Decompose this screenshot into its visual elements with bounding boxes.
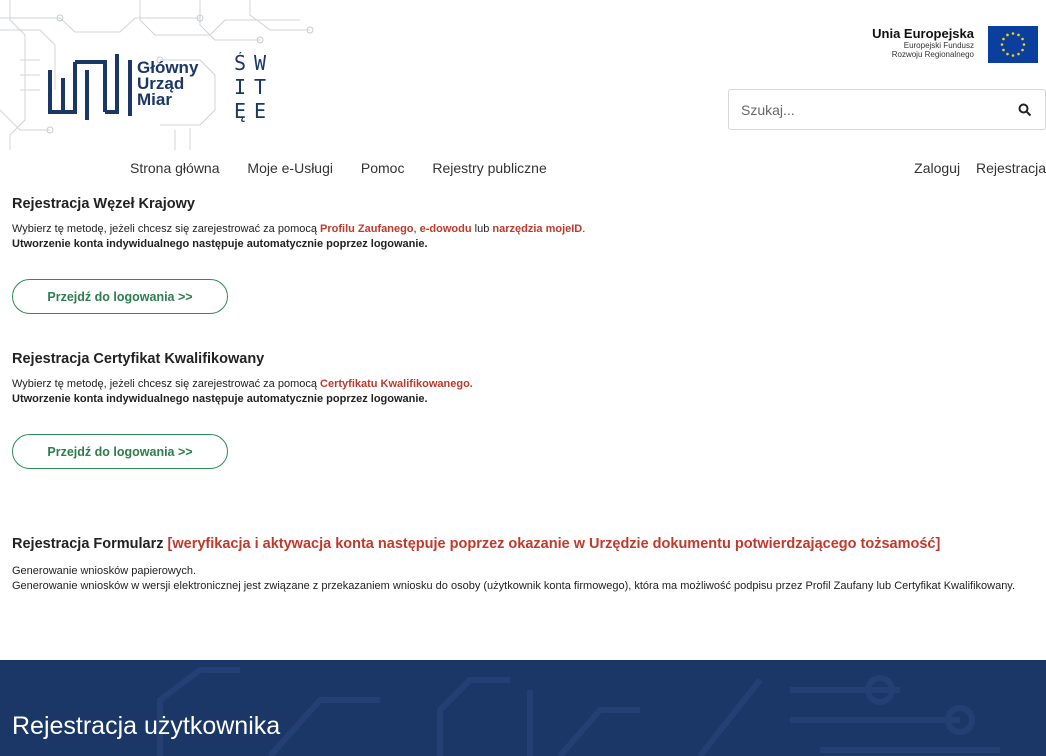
gum-logo[interactable]	[45, 50, 135, 120]
swiete-letter: E	[254, 99, 266, 122]
section-title: Rejestracja Węzeł Krajowy	[12, 196, 195, 212]
section-note: Utworzenie konta indywidualnego następuj…	[12, 238, 428, 250]
section-note: Utworzenie konta indywidualnego następuj…	[12, 393, 428, 405]
search-box	[728, 89, 1046, 130]
eu-star-icon	[1006, 33, 1009, 37]
swiete-letter: Ś	[234, 52, 246, 75]
eu-star-icon	[1011, 54, 1015, 57]
nav-help[interactable]: Pomoc	[361, 160, 405, 176]
e-dowod-link[interactable]: e-dowodu	[420, 223, 472, 235]
eu-star-icon	[1022, 43, 1026, 46]
section-description: Generowanie wniosków papierowych. Genero…	[12, 565, 1016, 592]
eu-star-icon	[1021, 37, 1024, 41]
eu-star-icon	[1000, 43, 1004, 46]
section-title: Rejestracja Formularz [weryfikacja i akt…	[12, 536, 941, 552]
eu-flag-icon	[988, 26, 1038, 63]
section-description: Wybierz tę metodę, jeżeli chcesz się zar…	[12, 223, 586, 235]
nav-public-registers[interactable]: Rejestry publiczne	[432, 160, 546, 176]
eu-star-icon	[1011, 32, 1015, 35]
section-wezel-krajowy: Rejestracja Węzeł Krajowy Wybierz tę met…	[12, 196, 1042, 314]
main-nav: Strona główna Moje e-Usługi Pomoc Rejest…	[130, 160, 571, 176]
search-input[interactable]	[729, 90, 1011, 129]
swiete-letter: Ę	[234, 99, 246, 122]
swiete-letter: T	[254, 75, 266, 99]
nav-home[interactable]: Strona główna	[130, 160, 220, 176]
section-formularz: Rejestracja Formularz [weryfikacja i akt…	[12, 536, 1042, 594]
section-title: Rejestracja Certyfikat Kwalifikowany	[12, 351, 265, 367]
certyfikat-link[interactable]: Certyfikatu Kwalifikowanego.	[320, 378, 473, 390]
swiete-letter: W	[254, 52, 267, 75]
swiete-letter: I	[234, 75, 246, 99]
go-to-login-button[interactable]: Przejdź do logowania >>	[12, 434, 228, 469]
mojeid-link[interactable]: narzędzia mojeID	[492, 223, 582, 235]
section-description: Wybierz tę metodę, jeżeli chcesz się zar…	[12, 378, 473, 390]
profil-zaufany-link[interactable]: Profilu Zaufanego	[320, 223, 414, 235]
account-nav: Zaloguj Rejestracja	[902, 160, 1046, 176]
registration-banner: Rejestracja użytkownika	[0, 660, 1046, 756]
eu-star-icon	[1002, 37, 1005, 41]
banner-title: Rejestracja użytkownika	[12, 712, 281, 740]
nav-login[interactable]: Zaloguj	[914, 160, 960, 176]
site-header: Główny Urząd Miar Ś W I T Ę E Unia Europ…	[0, 0, 1046, 150]
logo-wordmark: Główny Urząd Miar	[137, 58, 199, 109]
eu-label: Unia Europejska Europejski Fundusz Rozwo…	[872, 26, 974, 60]
swiete-logo: Ś W I T Ę E	[234, 52, 267, 122]
go-to-login-button[interactable]: Przejdź do logowania >>	[12, 279, 228, 314]
search-icon	[1018, 103, 1032, 116]
eu-star-icon	[1017, 33, 1020, 37]
eu-star-icon	[1006, 52, 1009, 56]
banner-decoration	[157, 667, 1000, 756]
eu-star-icon	[1002, 48, 1005, 52]
nav-my-eservices[interactable]: Moje e-Usługi	[247, 160, 333, 176]
nav-register[interactable]: Rejestracja	[976, 160, 1046, 176]
eu-star-icon	[1021, 48, 1024, 52]
section-certyfikat: Rejestracja Certyfikat Kwalifikowany Wyb…	[12, 351, 1042, 469]
eu-star-icon	[1017, 52, 1020, 56]
search-button[interactable]	[1005, 90, 1045, 129]
